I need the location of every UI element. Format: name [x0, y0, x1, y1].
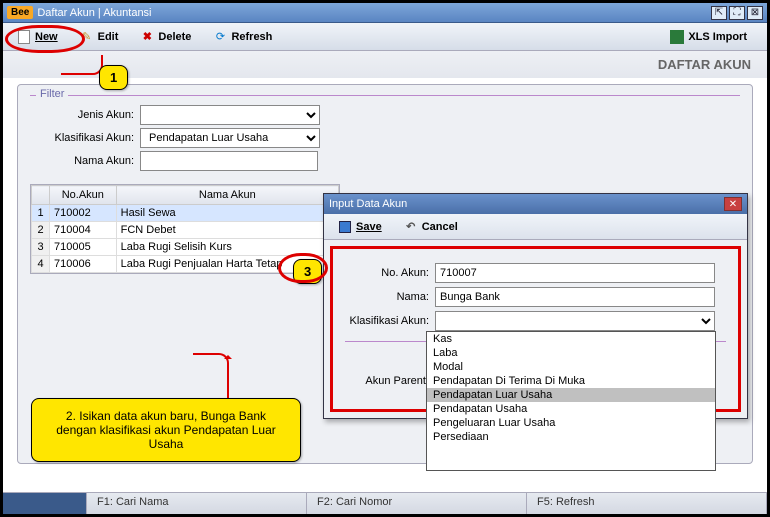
annotation-badge-3: 3: [293, 259, 322, 284]
akun-parent-label: Akun Parent:: [345, 375, 435, 387]
refresh-button[interactable]: ⟳ Refresh: [205, 28, 280, 46]
col-row-num: [32, 186, 50, 205]
klasifikasi-akun-label: Klasifikasi Akun:: [30, 132, 140, 144]
filter-group: Filter Jenis Akun: Klasifikasi Akun: Pen…: [30, 95, 740, 176]
status-f5: F5: Refresh: [527, 493, 767, 514]
jenis-akun-select[interactable]: [140, 105, 320, 125]
no-akun-input-label: No. Akun:: [345, 267, 435, 279]
status-bar: F1: Cari Nama F2: Cari Nomor F5: Refresh: [3, 492, 767, 514]
nama-akun-input[interactable]: [140, 151, 318, 171]
delete-x-icon: ✖: [140, 30, 154, 44]
disk-icon: [338, 220, 352, 234]
close-window-icon[interactable]: ⊠: [747, 6, 763, 20]
annotation-text-2: 2. Isikan data akun baru, Bunga Bank den…: [31, 398, 301, 462]
window-title: Daftar Akun | Akuntansi: [37, 7, 709, 19]
status-f1: F1: Cari Nama: [87, 493, 307, 514]
status-cell-blank: [3, 493, 87, 514]
xls-icon: [670, 30, 684, 44]
new-button[interactable]: New: [9, 28, 66, 46]
main-toolbar: New ✎ Edit ✖ Delete ⟳ Refresh XLS Import: [3, 23, 767, 51]
nama-input[interactable]: [435, 287, 715, 307]
status-f2: F2: Cari Nomor: [307, 493, 527, 514]
dropdown-item[interactable]: Persediaan: [427, 430, 715, 444]
dialog-toolbar: Save ↶ Cancel: [324, 214, 747, 240]
col-no-akun[interactable]: No.Akun: [50, 186, 117, 205]
delete-button[interactable]: ✖ Delete: [132, 28, 199, 46]
klasifikasi-input-label: Klasifikasi Akun:: [345, 315, 435, 327]
dropdown-item[interactable]: Laba: [427, 346, 715, 360]
edit-button[interactable]: ✎ Edit: [72, 28, 127, 46]
refresh-icon: ⟳: [213, 30, 227, 44]
undo-icon: ↶: [404, 220, 418, 234]
window-titlebar: Bee Daftar Akun | Akuntansi ⇱ ⛶ ⊠: [3, 3, 767, 23]
nama-input-label: Nama:: [345, 291, 435, 303]
dropdown-item[interactable]: Modal: [427, 360, 715, 374]
table-row[interactable]: 2 710004 FCN Debet: [32, 222, 339, 239]
dropdown-item[interactable]: Pendapatan Usaha: [427, 402, 715, 416]
klasifikasi-input-select[interactable]: [435, 311, 715, 331]
jenis-akun-label: Jenis Akun:: [30, 109, 140, 121]
klasifikasi-akun-select[interactable]: Pendapatan Luar Usaha: [140, 128, 320, 148]
nama-akun-label: Nama Akun:: [30, 155, 140, 167]
dropdown-item[interactable]: Pengeluaran Luar Usaha: [427, 416, 715, 430]
filter-legend: Filter: [36, 88, 68, 100]
dropdown-item[interactable]: Kas: [427, 332, 715, 346]
dialog-title: Input Data Akun: [329, 198, 724, 210]
maximize-icon[interactable]: ⛶: [729, 6, 745, 20]
dropdown-item[interactable]: Pendapatan Luar Usaha: [427, 388, 715, 402]
dialog-close-icon[interactable]: ✕: [724, 197, 742, 211]
table-row[interactable]: 3 710005 Laba Rugi Selisih Kurs: [32, 239, 339, 256]
cancel-button[interactable]: ↶ Cancel: [396, 218, 466, 236]
dropdown-item[interactable]: Pendapatan Di Terima Di Muka: [427, 374, 715, 388]
app-logo: Bee: [7, 6, 33, 19]
klasifikasi-dropdown-list[interactable]: Kas Laba Modal Pendapatan Di Terima Di M…: [426, 331, 716, 471]
col-nama-akun[interactable]: Nama Akun: [116, 186, 338, 205]
xls-import-button[interactable]: XLS Import: [662, 28, 755, 46]
restore-icon[interactable]: ⇱: [711, 6, 727, 20]
new-doc-icon: [17, 30, 31, 44]
akun-table: No.Akun Nama Akun 1 710002 Hasil Sewa 2 …: [30, 184, 340, 274]
table-row[interactable]: 1 710002 Hasil Sewa: [32, 205, 339, 222]
no-akun-input[interactable]: [435, 263, 715, 283]
save-button[interactable]: Save: [330, 218, 390, 236]
annotation-badge-1: 1: [99, 65, 128, 90]
dialog-titlebar: Input Data Akun ✕: [324, 194, 747, 214]
pencil-icon: ✎: [80, 30, 94, 44]
